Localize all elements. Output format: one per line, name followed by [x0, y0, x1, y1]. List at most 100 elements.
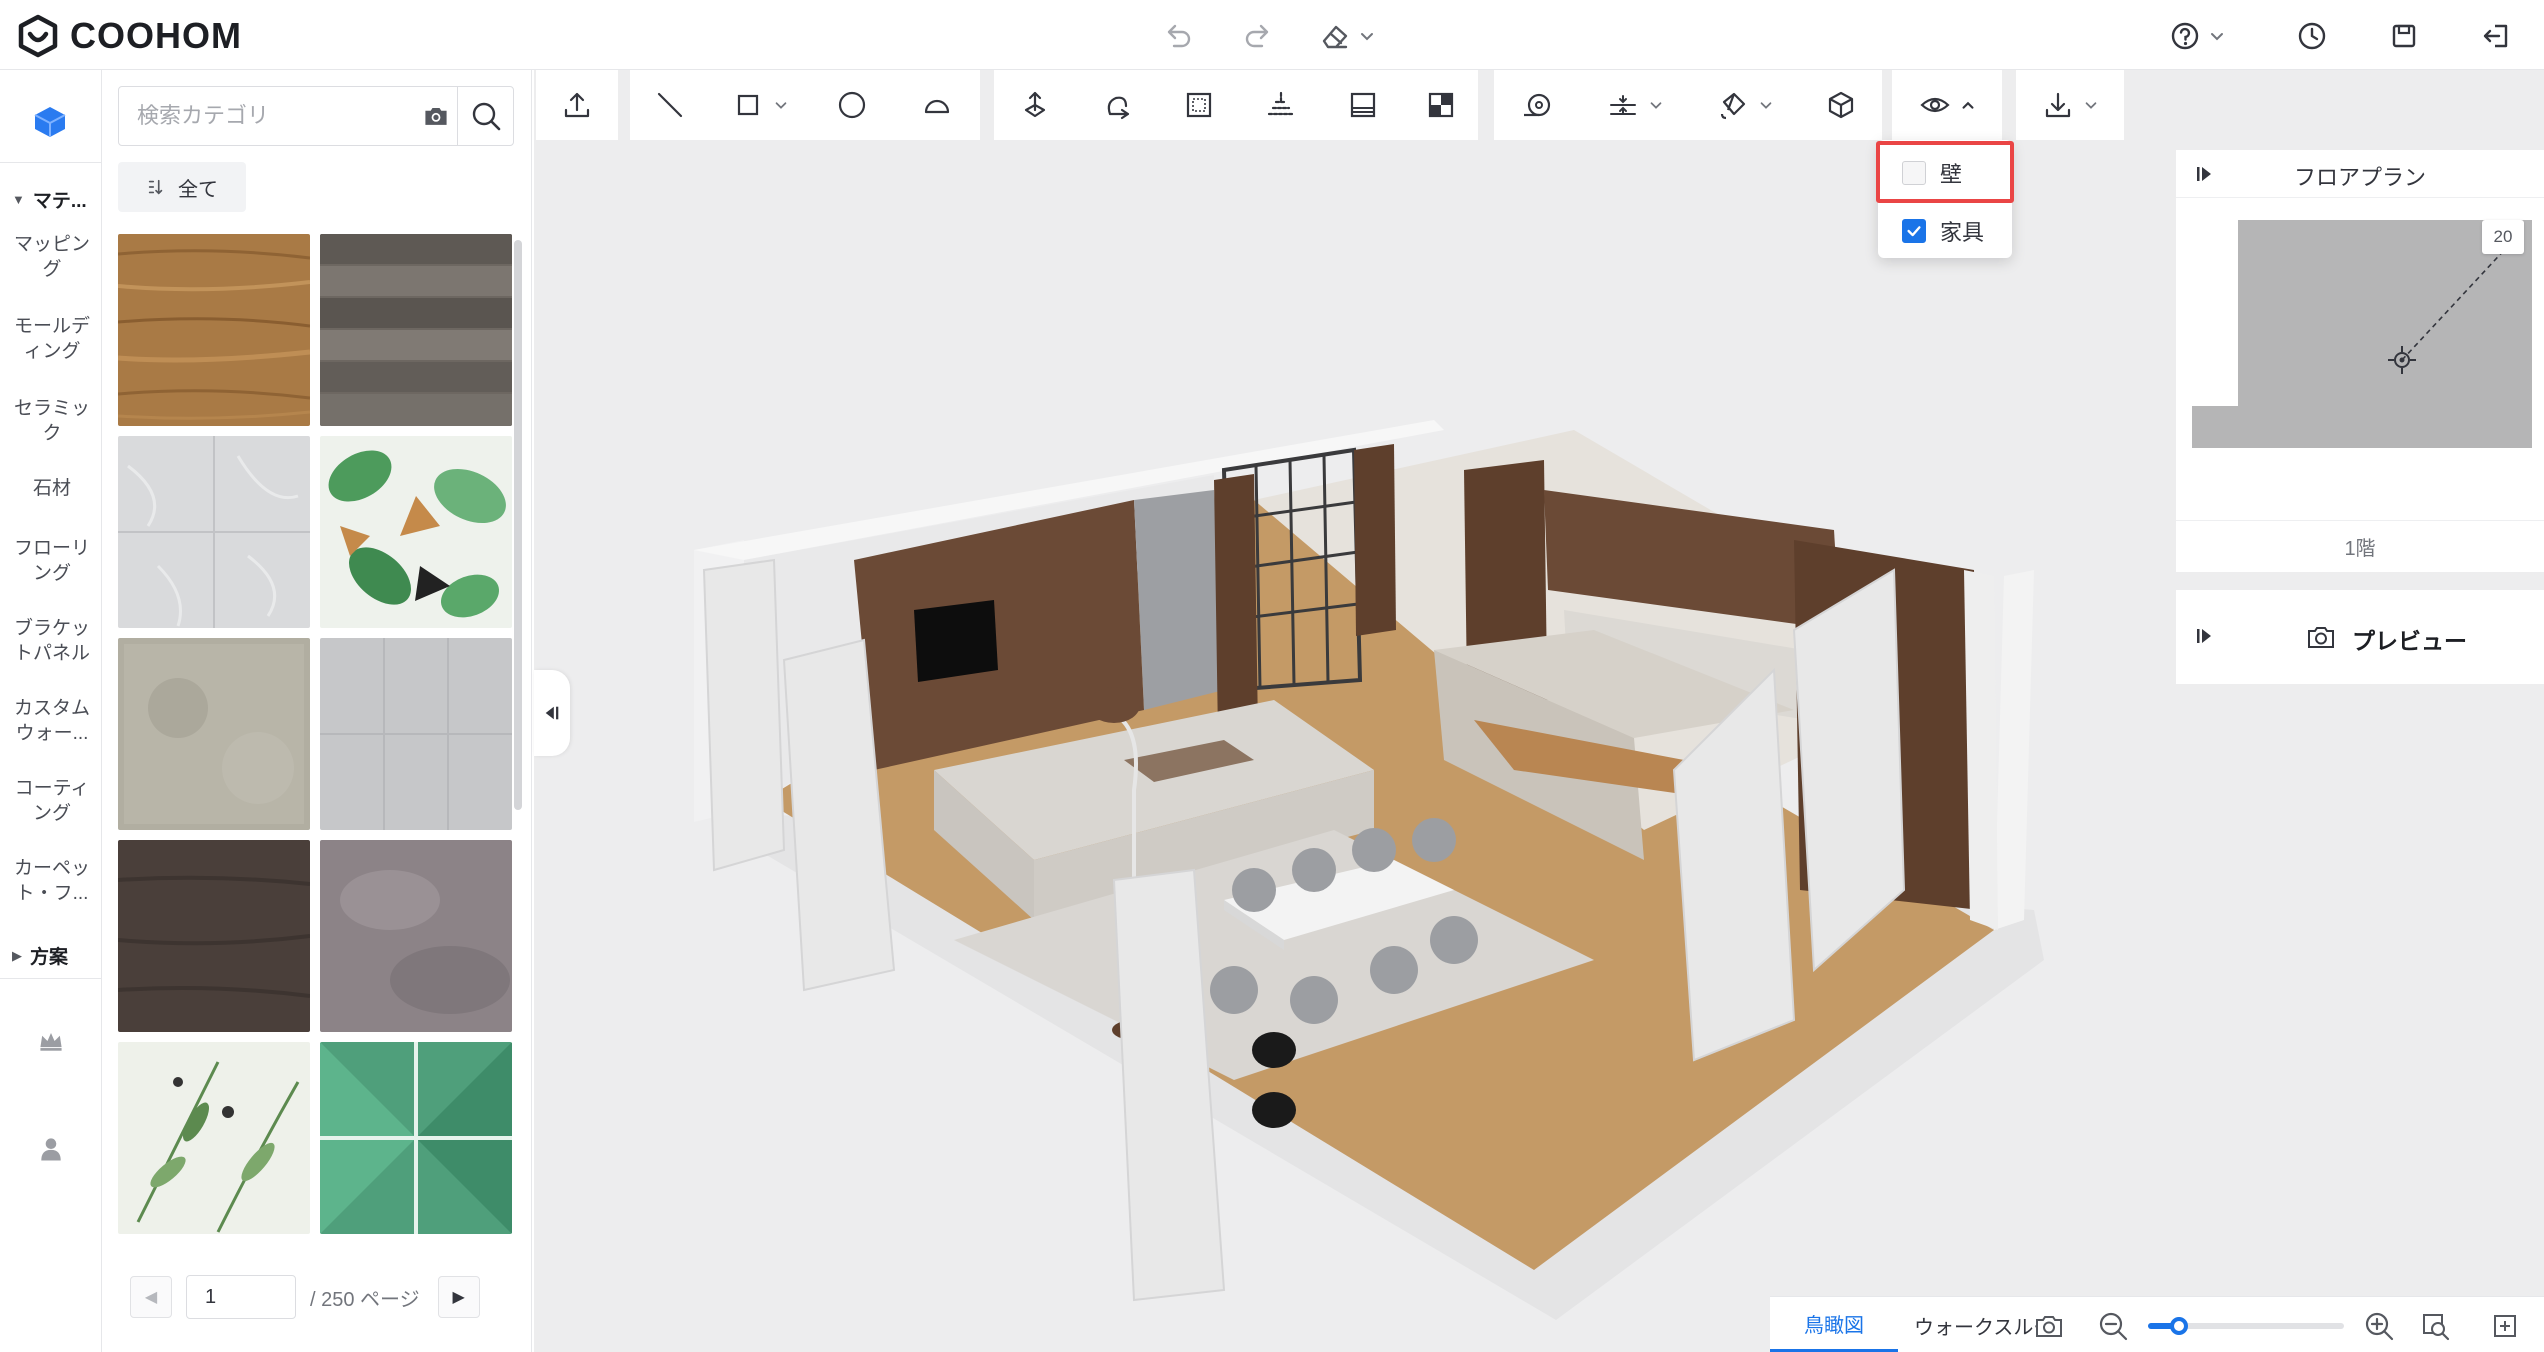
- plans-group-header[interactable]: ▶ 方案: [12, 942, 68, 969]
- move-3d-icon: [1024, 91, 1046, 118]
- frame-select-button[interactable]: [1158, 70, 1240, 140]
- caret-right-icon: ▶: [12, 947, 22, 963]
- toolbar-group-export: [2016, 70, 2124, 140]
- draw-circle-button[interactable]: [810, 70, 894, 140]
- box-button[interactable]: [1800, 70, 1882, 140]
- materials-group-header[interactable]: ▼ マテ...: [12, 186, 87, 213]
- material-swatch-grey-tile[interactable]: [320, 638, 512, 830]
- next-page-button[interactable]: ▶: [437, 1276, 480, 1318]
- prev-page-button[interactable]: ◀: [130, 1276, 172, 1318]
- offset-icon: [1610, 95, 1636, 115]
- nav-item-flooring[interactable]: フローリング: [8, 536, 96, 586]
- floorplan-header: フロアプラン: [2176, 150, 2544, 198]
- history-button[interactable]: [2292, 16, 2332, 56]
- material-swatch-beige-stone[interactable]: [118, 638, 310, 830]
- snapshot-icon[interactable]: [2032, 1309, 2066, 1343]
- panel-scrollbar[interactable]: [514, 240, 522, 810]
- search-button[interactable]: [457, 87, 513, 145]
- eraser-icon: [1322, 25, 1348, 49]
- nav-item-carpet[interactable]: カーペット・フ...: [8, 856, 96, 906]
- chevron-down-icon: [775, 102, 787, 109]
- account-button[interactable]: [32, 1130, 70, 1168]
- preview-title[interactable]: プレビュー: [2352, 622, 2467, 656]
- draw-rectangle-button[interactable]: [710, 70, 810, 140]
- zoom-slider-thumb[interactable]: [2170, 1317, 2189, 1335]
- zoom-in-icon[interactable]: [2362, 1309, 2396, 1343]
- toolbar-group-edit: [994, 70, 1478, 140]
- rotate-button[interactable]: [1076, 70, 1158, 140]
- divider: [0, 162, 102, 163]
- eraser-button[interactable]: [1318, 16, 1388, 56]
- image-search-button[interactable]: [419, 99, 453, 133]
- panel-button[interactable]: [1322, 70, 1404, 140]
- material-swatch-grey-plank[interactable]: [320, 234, 512, 426]
- split-button[interactable]: [1404, 70, 1478, 140]
- tab-birdseye[interactable]: 鳥瞰図: [1770, 1297, 1898, 1352]
- save-button[interactable]: [2384, 16, 2424, 56]
- material-swatch-mauve-velvet[interactable]: [320, 840, 512, 1032]
- floor-label[interactable]: 1階: [2176, 532, 2544, 561]
- collapse-panel-icon[interactable]: [2194, 626, 2214, 646]
- tropical-leaf-texture: [320, 436, 512, 628]
- nav-item-stone[interactable]: 石材: [8, 476, 96, 501]
- upload-button[interactable]: [536, 70, 618, 140]
- view-bar: 鳥瞰図 ウォークスルー: [1770, 1296, 2544, 1352]
- material-swatch-dark-wood[interactable]: [118, 840, 310, 1032]
- collapse-sidebar-button[interactable]: [534, 670, 570, 756]
- walls-label: 壁: [1940, 162, 1963, 187]
- filter-all-button[interactable]: 全て: [118, 162, 246, 212]
- offset-button[interactable]: [1580, 70, 1690, 140]
- zoom-fit-icon[interactable]: [2418, 1309, 2452, 1343]
- logo[interactable]: COOHOM: [16, 12, 242, 60]
- collapse-left-icon: [545, 706, 559, 720]
- mauve-velvet-texture: [320, 840, 512, 1032]
- upload-icon: [564, 92, 590, 118]
- floorplan-map[interactable]: [2192, 210, 2532, 510]
- premium-button[interactable]: [32, 1022, 70, 1060]
- beige-stone-texture: [118, 638, 310, 830]
- undo-button[interactable]: [1158, 16, 1198, 56]
- draw-arc-button[interactable]: [894, 70, 980, 140]
- nav-item-coating[interactable]: コーティング: [8, 776, 96, 826]
- zoom-slider[interactable]: [2148, 1317, 2344, 1335]
- page-number-input[interactable]: [186, 1275, 296, 1319]
- nav-item-ceramic[interactable]: セラミック: [8, 396, 96, 446]
- visibility-button[interactable]: [1892, 70, 2002, 140]
- page-total: / 250 ページ: [310, 1288, 420, 1311]
- redo-button[interactable]: [1238, 16, 1278, 56]
- measure-button[interactable]: [1494, 70, 1580, 140]
- zoom-out-icon[interactable]: [2096, 1309, 2130, 1343]
- material-swatch-leaf-pattern[interactable]: [118, 1042, 310, 1234]
- nav-item-custom-wall[interactable]: カスタムウォー...: [8, 696, 96, 746]
- frame-icon: [1186, 92, 1212, 118]
- toolbar-group-draw: [630, 70, 980, 140]
- material-swatch-marble-tile[interactable]: [118, 436, 310, 628]
- user-icon: [41, 1138, 61, 1161]
- help-button[interactable]: [2168, 16, 2238, 56]
- toolbar-group-visibility: [1892, 70, 2002, 140]
- search-input[interactable]: [119, 87, 409, 145]
- filter-label: 全て: [178, 178, 218, 201]
- align-button[interactable]: [1240, 70, 1322, 140]
- green-geometric-texture: [320, 1042, 512, 1234]
- materials-tab[interactable]: [24, 96, 76, 148]
- nav-item-molding[interactable]: モールディング: [8, 314, 96, 364]
- toggle-furniture[interactable]: 家具: [1902, 214, 1984, 248]
- exit-button[interactable]: [2476, 16, 2516, 56]
- paint-button[interactable]: [1690, 70, 1800, 140]
- move-button[interactable]: [994, 70, 1076, 140]
- material-swatch-green-geometric[interactable]: [320, 1042, 512, 1234]
- chevron-up-icon: [1962, 101, 1974, 109]
- nav-item-mapping[interactable]: マッピング: [8, 232, 96, 282]
- fullscreen-icon[interactable]: [2488, 1309, 2522, 1343]
- leaf-pattern-texture: [118, 1042, 310, 1234]
- toggle-walls[interactable]: 壁: [1902, 156, 1962, 190]
- divider: [0, 978, 102, 979]
- furniture-checkbox[interactable]: [1902, 219, 1926, 243]
- draw-line-button[interactable]: [630, 70, 710, 140]
- material-swatch-tropical-leaf[interactable]: [320, 436, 512, 628]
- nav-item-bracket-panel[interactable]: ブラケットパネル: [8, 616, 96, 666]
- download-button[interactable]: [2016, 70, 2124, 140]
- material-swatch-oak-wood[interactable]: [118, 234, 310, 426]
- walls-checkbox[interactable]: [1902, 161, 1926, 185]
